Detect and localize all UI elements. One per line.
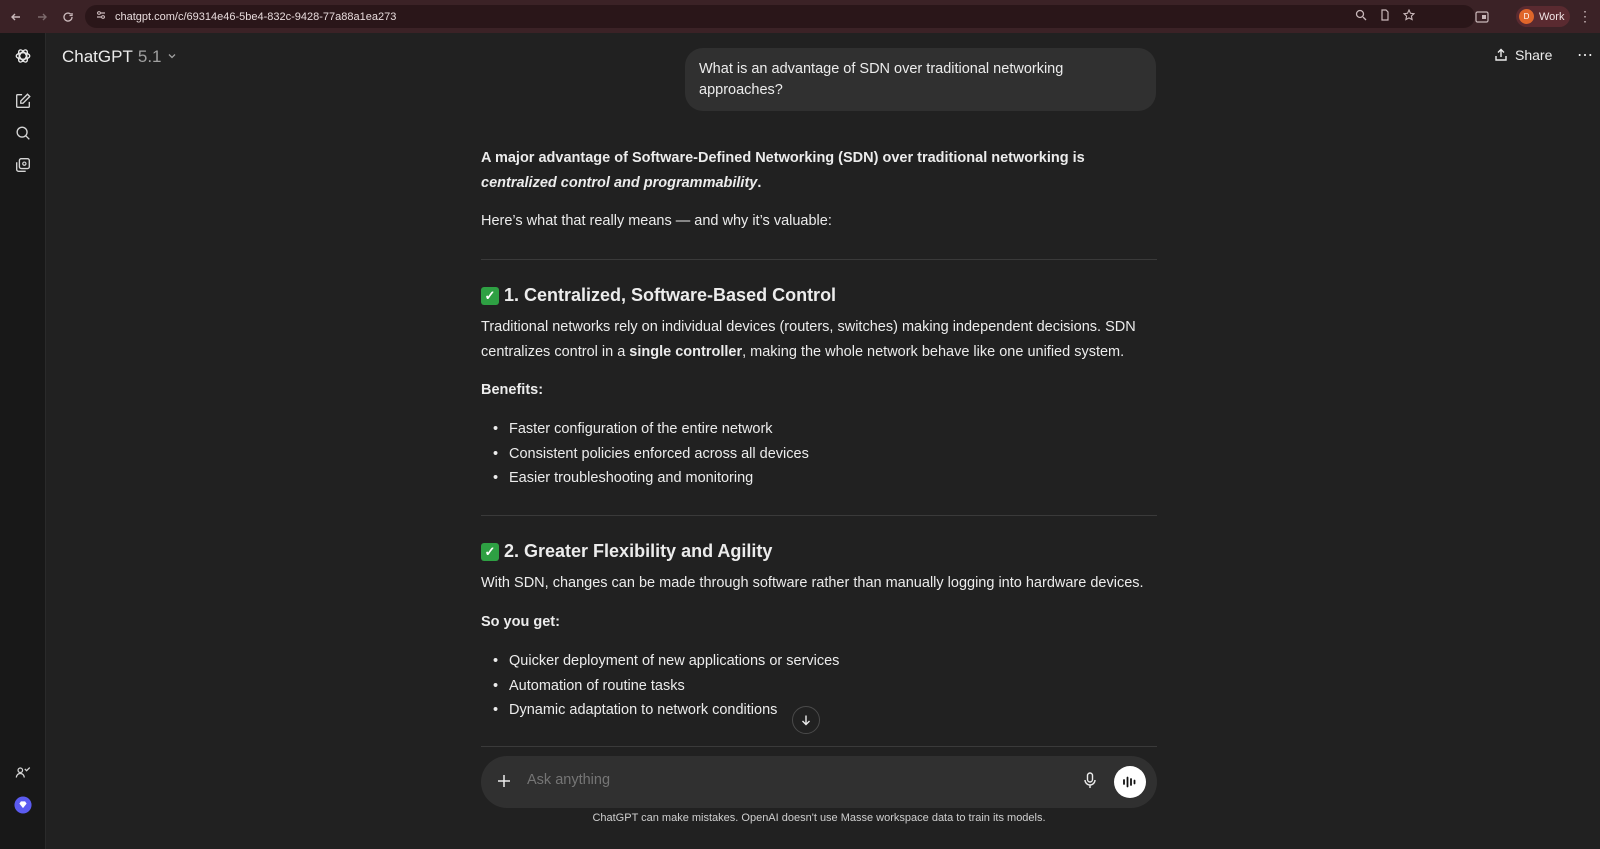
model-version: 5.1 bbox=[137, 47, 162, 66]
check-mark-icon: ✓ bbox=[481, 286, 499, 305]
arrow-down-icon bbox=[802, 715, 810, 726]
section1-heading: ✓ 1. Centralized, Software-Based Control bbox=[481, 285, 836, 306]
share-button[interactable]: Share bbox=[1494, 47, 1552, 63]
search-icon[interactable] bbox=[13, 123, 33, 143]
browser-menu-icon[interactable]: ⋮ bbox=[1578, 8, 1592, 25]
new-chat-icon[interactable] bbox=[13, 91, 33, 111]
divider bbox=[481, 515, 1157, 516]
url-text: chatgpt.com/c/69314e46-5be4-832c-9428-77… bbox=[115, 10, 397, 23]
workspace-members-icon[interactable] bbox=[13, 763, 33, 783]
list-item: Quicker deployment of new applications o… bbox=[481, 649, 839, 674]
main-content: ChatGPT 5.1 Share ⋯ What is an advantage… bbox=[47, 33, 1600, 849]
browser-nav bbox=[4, 5, 80, 29]
section1-benefits-label: Benefits: bbox=[481, 378, 1157, 403]
library-icon[interactable] bbox=[13, 155, 33, 175]
answer-intro-line2: Here’s what that really means — and why … bbox=[481, 213, 832, 229]
section2-label: So you get: bbox=[481, 610, 1157, 635]
model-selector[interactable]: ChatGPT 5.1 bbox=[62, 47, 177, 67]
profile-button[interactable]: D Work bbox=[1516, 6, 1570, 27]
profile-label: Work bbox=[1539, 10, 1565, 23]
section1-para-b: , making the whole network behave like o… bbox=[742, 343, 1125, 360]
microphone-icon bbox=[1084, 772, 1096, 788]
sidebar bbox=[0, 33, 46, 849]
section1-para-bold: single controller bbox=[629, 343, 743, 360]
section1-title: 1. Centralized, Software-Based Control bbox=[504, 285, 837, 305]
divider bbox=[481, 746, 1157, 747]
dictate-button[interactable] bbox=[1083, 772, 1097, 795]
intro-bold: A major advantage of Software-Defined Ne… bbox=[481, 150, 1085, 166]
forward-arrow-icon[interactable] bbox=[30, 5, 54, 29]
openai-logo-icon[interactable] bbox=[13, 46, 33, 66]
voice-waveform-icon bbox=[1123, 776, 1136, 788]
chevron-down-icon bbox=[167, 51, 177, 64]
share-label: Share bbox=[1515, 47, 1553, 63]
voice-mode-button[interactable] bbox=[1114, 766, 1146, 798]
user-message: What is an advantage of SDN over traditi… bbox=[685, 48, 1156, 111]
message-input[interactable] bbox=[527, 772, 1057, 788]
tab-search-icon[interactable] bbox=[1475, 10, 1489, 28]
plus-icon bbox=[498, 775, 510, 787]
zoom-icon[interactable] bbox=[1355, 9, 1367, 24]
divider bbox=[481, 259, 1157, 260]
list-item: Consistent policies enforced across all … bbox=[481, 442, 809, 467]
address-bar-actions bbox=[1355, 8, 1416, 24]
list-item: Dynamic adaptation to network conditions bbox=[481, 698, 839, 723]
check-mark-icon: ✓ bbox=[481, 542, 499, 561]
section1-list: Faster configuration of the entire netwo… bbox=[481, 417, 809, 491]
upgrade-badge-icon[interactable] bbox=[13, 795, 33, 815]
site-settings-icon[interactable] bbox=[95, 8, 107, 26]
intro-end: . bbox=[757, 174, 762, 191]
intro-italic: centralized control and programmability bbox=[481, 174, 758, 191]
bookmark-star-icon[interactable] bbox=[1402, 8, 1416, 24]
section2-heading: ✓ 2. Greater Flexibility and Agility bbox=[481, 541, 772, 562]
so-you-get-label: So you get: bbox=[481, 614, 560, 630]
footer-disclaimer: ChatGPT can make mistakes. OpenAI doesn'… bbox=[592, 812, 1046, 824]
profile-avatar: D bbox=[1519, 9, 1534, 24]
section2-title: 2. Greater Flexibility and Agility bbox=[504, 541, 773, 561]
section2-paragraph: With SDN, changes can be made through so… bbox=[481, 575, 1144, 591]
answer-intro: A major advantage of Software-Defined Ne… bbox=[481, 146, 1157, 195]
benefits-label: Benefits: bbox=[481, 382, 544, 398]
address-bar[interactable]: chatgpt.com/c/69314e46-5be4-832c-9428-77… bbox=[85, 5, 1475, 28]
add-attachment-button[interactable] bbox=[497, 769, 511, 793]
scroll-to-bottom-button[interactable] bbox=[792, 706, 820, 734]
section2-list: Quicker deployment of new applications o… bbox=[481, 649, 839, 723]
composer bbox=[481, 756, 1157, 808]
list-item: Easier troubleshooting and monitoring bbox=[481, 466, 809, 491]
share-icon bbox=[1495, 48, 1507, 61]
more-options-icon[interactable]: ⋯ bbox=[1577, 45, 1594, 65]
back-arrow-icon[interactable] bbox=[4, 5, 28, 29]
page-info-icon[interactable] bbox=[1379, 9, 1391, 24]
browser-toolbar: chatgpt.com/c/69314e46-5be4-832c-9428-77… bbox=[0, 0, 1600, 33]
list-item: Automation of routine tasks bbox=[481, 674, 839, 699]
list-item: Faster configuration of the entire netwo… bbox=[481, 417, 809, 442]
section1-paragraph: Traditional networks rely on individual … bbox=[481, 315, 1157, 364]
model-name: ChatGPT bbox=[62, 47, 133, 66]
reload-icon[interactable] bbox=[56, 5, 80, 29]
